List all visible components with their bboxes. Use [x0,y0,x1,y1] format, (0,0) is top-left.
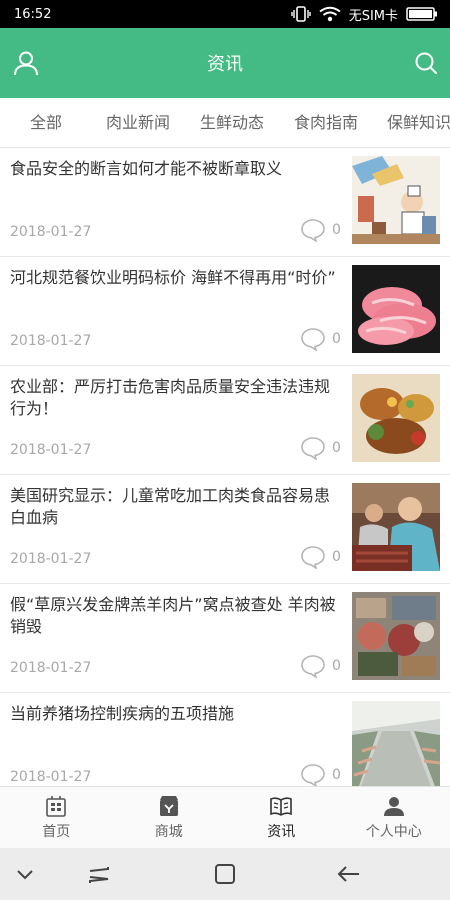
status-time: 16:52 [14,6,52,22]
comment-count-group: 0 [300,654,341,678]
news-date: 2018-01-27 [10,551,92,567]
carrier-label: 无SIM卡 [348,8,398,24]
tab-label: 商城 [154,823,183,840]
news-thumbnail [352,701,440,786]
status-bar: 16:52 无SIM卡 [0,0,450,28]
news-date: 2018-01-27 [10,660,92,676]
comment-count: 0 [332,658,341,674]
user-button[interactable] [8,45,44,81]
news-item[interactable]: 假“草原兴发金牌羔羊肉片”窝点被查处 羊肉被销毁 2018-01-27 0 [0,584,450,693]
search-button[interactable] [408,45,444,81]
comment-count: 0 [332,767,341,783]
comment-count: 0 [332,549,341,565]
category-tab-meat-news[interactable]: 肉业新闻 [106,98,170,147]
news-title: 农业部：严厉打击危害肉品质量安全违法违规行为！ [10,377,331,418]
profile-icon [383,796,404,816]
tab-label: 首页 [42,823,71,840]
recent-apps-icon [89,867,109,883]
news-title: 假“草原兴发金牌羔羊肉片”窝点被查处 羊肉被销毁 [10,595,336,636]
comment-icon [301,219,325,242]
category-tab-preservation[interactable]: 保鲜知识 [387,98,450,147]
nav-home-button[interactable] [210,860,240,888]
wifi-icon [319,6,341,22]
status-icons: 无SIM卡 [290,5,438,24]
news-date: 2018-01-27 [10,333,92,349]
system-nav-bar [0,848,450,900]
comment-count-group: 0 [300,763,341,786]
battery-icon [406,7,437,21]
nav-collapse-button[interactable] [10,860,40,888]
home-square-icon [215,864,235,884]
comment-icon [301,546,325,569]
news-item[interactable]: 食品安全的断言如何才能不被断章取义 2018-01-27 0 [0,148,450,257]
tab-home[interactable]: 首页 [0,787,113,848]
comment-icon [301,655,325,678]
news-thumbnail [352,483,440,571]
news-date: 2018-01-27 [10,224,92,240]
page-title: 资讯 [207,54,243,75]
category-tab-all[interactable]: 全部 [30,98,62,147]
app-header: 资讯 [0,28,450,98]
tab-shop[interactable]: 商城 [113,787,226,848]
tab-label: 资讯 [267,823,296,840]
comment-count-group: 0 [300,327,341,351]
bottom-tab-bar: 首页 商城 资讯 个人中心 [0,786,450,848]
comment-icon [301,764,325,786]
category-tabs: 全部 肉业新闻 生鲜动态 食肉指南 保鲜知识 [0,98,450,148]
news-item[interactable]: 农业部：严厉打击危害肉品质量安全违法违规行为！ 2018-01-27 0 [0,366,450,475]
category-tab-meat-guide[interactable]: 食肉指南 [294,98,358,147]
category-tab-fresh-news[interactable]: 生鲜动态 [200,98,264,147]
news-thumbnail [352,374,440,462]
news-thumbnail [352,592,440,680]
comment-count: 0 [332,222,341,238]
home-icon [46,795,67,817]
comment-count-group: 0 [300,436,341,460]
tab-label: 个人中心 [365,823,422,840]
nav-back-button[interactable] [334,860,364,888]
news-item[interactable]: 河北规范餐饮业明码标价 海鲜不得再用“时价” 2018-01-27 0 [0,257,450,366]
news-item[interactable]: 美国研究显示：儿童常吃加工肉类食品容易患白血病 2018-01-27 0 [0,475,450,584]
comment-count-group: 0 [300,218,341,242]
back-arrow-icon [337,866,359,882]
tab-profile[interactable]: 个人中心 [338,787,450,848]
news-date: 2018-01-27 [10,442,92,458]
search-icon [415,52,437,74]
news-title: 当前养猪场控制疾病的五项措施 [10,704,235,723]
news-thumbnail [352,156,440,244]
news-title: 美国研究显示：儿童常吃加工肉类食品容易患白血病 [10,486,331,527]
news-list: 食品安全的断言如何才能不被断章取义 2018-01-27 0 河北规范餐饮业明码… [0,148,450,786]
news-thumbnail [352,265,440,353]
comment-count-group: 0 [300,545,341,569]
news-title: 食品安全的断言如何才能不被断章取义 [10,159,283,178]
news-date: 2018-01-27 [10,769,92,785]
news-icon [270,796,293,816]
shop-icon [159,795,178,816]
comment-count: 0 [332,331,341,347]
comment-icon [301,328,325,351]
tab-news[interactable]: 资讯 [225,787,338,848]
chevron-down-icon [17,870,33,880]
comment-icon [301,437,325,460]
comment-count: 0 [332,440,341,456]
vibrate-icon [290,6,311,22]
news-title: 河北规范餐饮业明码标价 海鲜不得再用“时价” [10,268,336,287]
news-item[interactable]: 当前养猪场控制疾病的五项措施 2018-01-27 0 [0,693,450,786]
nav-recent-apps-button[interactable] [84,860,114,888]
user-icon [14,51,38,76]
